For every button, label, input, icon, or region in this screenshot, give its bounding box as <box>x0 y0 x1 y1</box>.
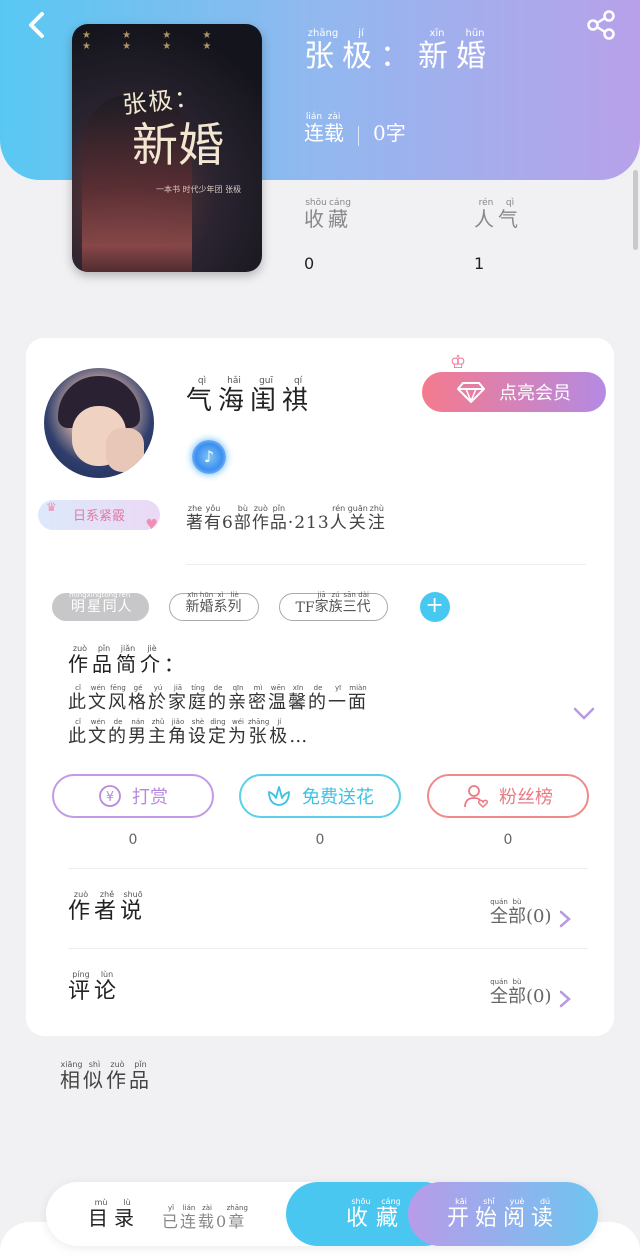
intro-heading: 作zuò品pǐn简jiǎn介jiè： <box>68 644 188 676</box>
chevron-right-icon <box>559 910 571 928</box>
vip-crown-icon: ♔ <box>450 352 467 373</box>
chapter-status: 已yǐ连lián载zài0章zhāng <box>162 1204 248 1231</box>
cover-stars-decoration: ★ ★ ★ ★ ★ ★ ★ ★ <box>82 30 226 52</box>
book-detail-card: ♛ 日系紧霰 ♥ 气qì海hǎi闺guī祺qí ♪ ♔ 点亮会员 著zhe有yǒ… <box>26 338 614 1036</box>
author-works-follow-line: 著zhe有yǒu6部bù作zuò品pǐn·213人rén关guān注zhù <box>186 504 386 533</box>
divider <box>186 564 586 565</box>
fan-user-icon <box>464 785 489 809</box>
start-reading-button[interactable]: 开kāi始shǐ阅yuè读dú <box>408 1182 598 1246</box>
book-status: 连lián载zài 0字 <box>304 112 406 146</box>
cover-subtitle: 一本书 时代少年团 张极 <box>156 185 242 194</box>
word-count: 0字 <box>373 121 406 145</box>
page-scrollbar[interactable] <box>633 170 638 250</box>
heart-icon: ♥ <box>145 517 158 533</box>
tag-item[interactable]: 明míng 星xīng 同tóng 人rén <box>52 591 149 621</box>
bottom-action-bar: 目mù录lù 已yǐ连lián载zài0章zhāng 收shōu藏cáng 开k… <box>46 1182 598 1246</box>
favorites-label: 收shōu藏cáng <box>304 198 352 231</box>
crown-icon: ♛ <box>46 500 57 514</box>
comments-title: 评píng论lùn <box>68 970 121 1004</box>
fan-ranking-button[interactable]: 粉丝榜 <box>427 774 589 818</box>
music-note-badge-icon: ♪ <box>192 440 226 474</box>
svg-text:¥: ¥ <box>106 790 114 805</box>
comments-all-link[interactable]: 全quán部bù(0) <box>490 978 572 1008</box>
flower-icon <box>268 786 290 806</box>
author-title-badge: ♛ 日系紧霰 ♥ <box>38 500 160 533</box>
back-arrow-icon[interactable] <box>22 10 52 40</box>
add-tag-icon[interactable]: + <box>419 592 450 622</box>
divider <box>68 868 588 869</box>
tip-button[interactable]: ¥ 打赏 <box>52 774 214 818</box>
popularity-label: 人rén气qì <box>474 198 522 231</box>
tag-list: 明míng 星xīng 同tóng 人rén 新xīn 婚hūn 系xì 列liè TF 家jiā… <box>52 591 450 622</box>
chevron-right-icon <box>559 990 571 1008</box>
book-title: 张zhāng极jí：新xīn婚hūn <box>304 28 494 74</box>
share-icon[interactable] <box>584 8 618 42</box>
tag-item[interactable]: 新xīn 婚hūn 系xì 列liè <box>168 591 259 621</box>
author-name[interactable]: 气qì海hǎi闺guī祺qí <box>186 376 314 417</box>
favorites-count: 0 <box>304 254 315 273</box>
author-avatar[interactable] <box>44 368 154 478</box>
book-cover-image[interactable]: ★ ★ ★ ★ ★ ★ ★ ★ 张极： 新婚 一本书 时代少年团 张极 <box>72 24 262 272</box>
activate-vip-button[interactable]: 点亮会员 <box>422 372 606 412</box>
tag-item[interactable]: TF 家jiā 族zú 三sān 代dài <box>278 591 388 621</box>
diamond-icon <box>457 382 485 403</box>
flower-count: 0 <box>315 832 325 848</box>
status-divider <box>358 126 359 146</box>
serial-status: 连lián载zài <box>304 112 344 145</box>
chevron-down-icon[interactable] <box>572 706 596 722</box>
yen-coin-icon: ¥ <box>99 785 121 807</box>
author-says-all-link[interactable]: 全quán部bù(0) <box>490 898 572 928</box>
fans-count: 0 <box>503 832 513 848</box>
popularity-count: 1 <box>474 254 485 273</box>
send-flower-button[interactable]: 免费送花 <box>239 774 401 818</box>
cover-title-art: 张极： 新婚 <box>121 83 224 172</box>
tip-count: 0 <box>128 832 138 848</box>
table-of-contents-button[interactable]: 目mù录lù <box>88 1198 140 1231</box>
similar-works-heading: 相xiāng似shì作zuò品pǐn <box>60 1060 152 1092</box>
intro-text: 此cǐ文wén风fēng格gé於yú家jiā庭tíng的de亲qīn密mì温wē… <box>68 684 368 747</box>
author-says-title: 作zuò者zhě说shuō <box>68 890 147 924</box>
divider <box>68 948 588 949</box>
